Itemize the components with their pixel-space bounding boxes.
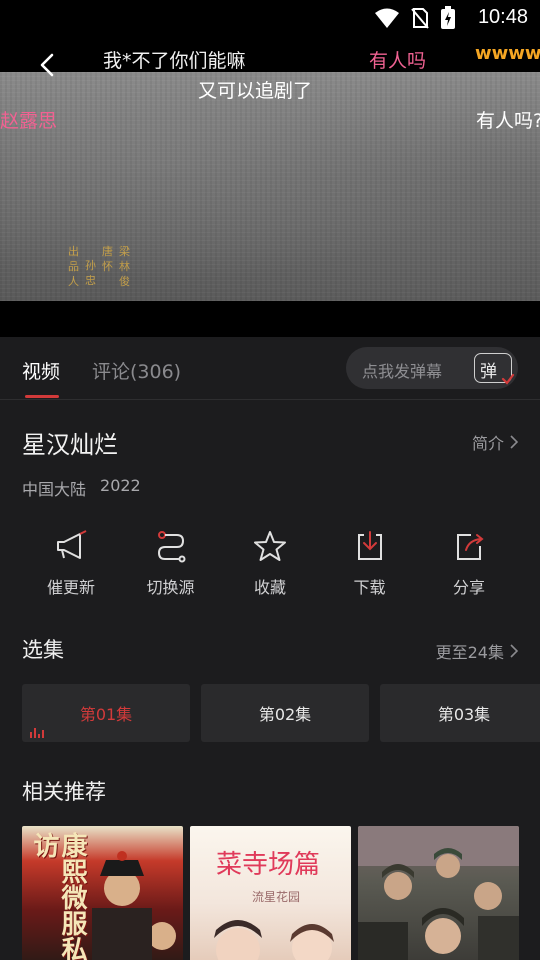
status-bar: 10:48 — [0, 0, 540, 36]
show-meta: 中国大陆 2022 — [22, 476, 141, 500]
chevron-right-icon — [510, 644, 518, 658]
chevron-right-icon — [510, 435, 518, 449]
show-year: 2022 — [100, 476, 141, 495]
danmaku-toggle-button[interactable]: 弹 — [474, 353, 515, 385]
intro-label: 简介 — [471, 434, 504, 453]
episode-item[interactable]: 第03集 — [380, 684, 540, 742]
status-time: 10:48 — [477, 6, 528, 28]
check-icon — [501, 373, 515, 385]
recommend-title: 相关推荐 — [22, 780, 106, 804]
danmaku-comment: 有人吗? — [476, 110, 540, 132]
status-icons — [374, 6, 456, 30]
urge-update-button[interactable]: 催更新 — [22, 528, 120, 598]
download-icon — [357, 531, 382, 560]
recommend-poster[interactable]: 康熙微服私访 — [22, 826, 183, 960]
danmaku-input[interactable]: 点我发弹幕 弹 — [346, 347, 518, 389]
tab-bar: 视频 评论(306) 点我发弹幕 弹 — [0, 337, 540, 400]
episodes-more-label: 更至24集 — [435, 643, 504, 662]
poster-figure — [92, 851, 176, 960]
recommend-poster[interactable] — [358, 826, 519, 960]
episodes-title: 选集 — [22, 638, 64, 662]
show-title: 星汉灿烂 — [22, 431, 118, 459]
action-label: 分享 — [452, 578, 485, 597]
favorite-button[interactable]: 收藏 — [221, 528, 319, 598]
show-region: 中国大陆 — [22, 480, 87, 499]
star-icon — [254, 531, 286, 561]
megaphone-icon — [57, 530, 87, 559]
danmaku-toggle-label: 弹 — [480, 362, 497, 382]
recommend-poster[interactable]: 菜寺场篇 流星花园 — [190, 826, 351, 960]
action-label: 收藏 — [253, 578, 286, 597]
playing-icon — [30, 728, 44, 738]
share-icon — [457, 534, 484, 560]
video-frame[interactable]: 出品人 孙忠 唐怀 梁林俊 — [0, 72, 540, 301]
video-credits: 出品人 孙忠 唐怀 梁林俊 — [68, 245, 130, 288]
episode-item[interactable]: 第02集 — [201, 684, 369, 742]
share-button[interactable]: 分享 — [420, 528, 518, 598]
episode-item[interactable]: 第01集 — [22, 684, 190, 742]
danmaku-comment: 赵露思 — [0, 110, 58, 132]
wifi-icon — [375, 8, 399, 28]
no-sim-icon — [411, 8, 429, 29]
danmaku-placeholder: 点我发弹幕 — [362, 362, 443, 381]
action-label: 切换源 — [146, 578, 195, 597]
danmaku-comment: wwwwa — [475, 43, 540, 64]
switch-source-icon — [157, 531, 185, 563]
action-label: 下载 — [353, 578, 386, 597]
action-row: 催更新 切换源 收藏 下载 分享 — [22, 528, 518, 598]
tab-video[interactable]: 视频 — [22, 357, 60, 384]
danmaku-comment: 又可以追剧了 — [198, 80, 313, 102]
danmaku-comment: 我*不了你们能嘛 — [103, 50, 246, 72]
video-player[interactable]: 出品人 孙忠 唐怀 梁林俊 我*不了你们能嘛 有人吗 wwwwa 又可以追剧了 … — [0, 36, 540, 337]
poster-figure — [358, 826, 519, 960]
battery-charging-icon — [441, 6, 455, 29]
intro-link[interactable]: 简介 — [472, 430, 518, 454]
episode-list: 第01集 第02集 第03集 — [22, 684, 540, 742]
download-button[interactable]: 下载 — [321, 528, 419, 598]
tab-comments[interactable]: 评论(306) — [92, 357, 181, 384]
tab-active-indicator — [25, 395, 59, 398]
episodes-more-link[interactable]: 更至24集 — [436, 639, 518, 663]
back-arrow-icon — [40, 53, 54, 77]
recommend-list: 康熙微服私访 菜寺场篇 流星花园 — [22, 826, 519, 960]
danmaku-comment: 有人吗 — [369, 50, 427, 72]
switch-source-button[interactable]: 切换源 — [122, 528, 220, 598]
back-button[interactable] — [34, 50, 62, 80]
poster-figure — [214, 920, 334, 960]
action-label: 催更新 — [46, 578, 95, 597]
